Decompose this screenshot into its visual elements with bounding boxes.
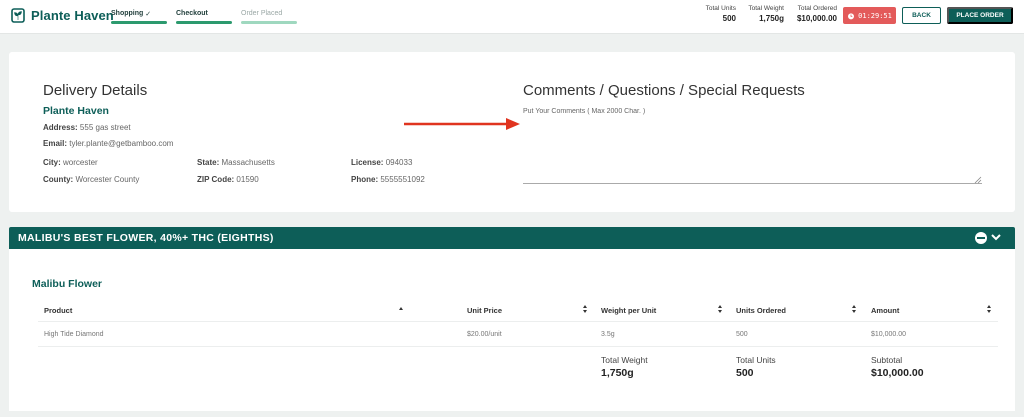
total-weight-label: Total Weight — [601, 355, 648, 365]
step-shopping: Shopping ✓ — [111, 8, 167, 24]
stat-total-units-value: 500 — [722, 14, 736, 23]
place-order-button[interactable]: PLACE ORDER — [947, 7, 1013, 24]
sort-icon[interactable] — [582, 304, 588, 314]
step-shopping-bar — [111, 21, 167, 24]
cell-amount: $10,000.00 — [871, 331, 907, 338]
comments-title: Comments / Questions / Special Requests — [523, 82, 805, 99]
stat-total-weight: Total Weight 1,750g — [748, 5, 784, 23]
delivery-city: City: worcester — [43, 158, 98, 167]
subtotal-label: Subtotal — [871, 355, 903, 365]
sort-icon[interactable] — [851, 304, 857, 314]
product-section-header[interactable]: MALIBU'S BEST FLOWER, 40%+ THC (EIGHTHS) — [9, 227, 1015, 249]
delivery-email: Email: tyler.plante@getbamboo.com — [43, 139, 174, 148]
total-weight-value: 1,750g — [601, 367, 634, 379]
column-header-units-ordered[interactable]: Units Ordered — [736, 306, 786, 315]
step-order-placed: Order Placed — [241, 8, 297, 24]
step-shopping-label: Shopping — [111, 10, 144, 17]
brand-name: Plante Haven — [31, 8, 114, 23]
delivery-card: Delivery Details Plante Haven Address: 5… — [9, 52, 1015, 212]
delivery-details-title: Delivery Details — [43, 82, 148, 99]
session-timer-value: 01:29:51 — [858, 11, 892, 20]
back-button[interactable]: BACK — [902, 7, 941, 24]
stat-total-weight-label: Total Weight — [748, 5, 784, 12]
delivery-license: License: 094033 — [351, 158, 413, 167]
checkout-progress: Shopping ✓ Checkout Order Placed — [111, 8, 306, 24]
chevron-down-icon[interactable] — [990, 231, 1002, 243]
brand-logo[interactable]: Plante Haven — [11, 8, 114, 23]
stat-total-ordered-value: $10,000.00 — [796, 14, 837, 23]
column-header-unit-price[interactable]: Unit Price — [467, 306, 502, 315]
step-order-placed-label: Order Placed — [241, 10, 283, 17]
table-row-divider — [38, 346, 998, 347]
column-header-product[interactable]: Product — [44, 306, 72, 315]
subtotal-value: $10,000.00 — [871, 367, 924, 379]
alarm-clock-icon — [848, 12, 855, 19]
comments-input[interactable] — [523, 108, 982, 184]
stat-total-weight-value: 1,750g — [759, 14, 784, 23]
plant-logo-icon — [11, 8, 25, 23]
sort-icon[interactable] — [986, 304, 992, 314]
minus-circle-icon[interactable] — [975, 232, 987, 244]
check-icon: ✓ — [145, 10, 152, 18]
delivery-address: Address: 555 gas street — [43, 123, 131, 132]
stat-total-ordered: Total Ordered $10,000.00 — [797, 5, 837, 23]
resize-handle-icon[interactable] — [974, 176, 982, 184]
column-header-weight-per-unit[interactable]: Weight per Unit — [601, 306, 656, 315]
product-section-title: MALIBU'S BEST FLOWER, 40%+ THC (EIGHTHS) — [18, 232, 274, 244]
product-group-title: Malibu Flower — [32, 278, 103, 290]
table-header-divider — [38, 321, 998, 322]
session-timer: 01:29:51 — [843, 7, 896, 24]
cell-unit-price: $20.00/unit — [467, 331, 502, 338]
total-units-label: Total Units — [736, 355, 776, 365]
arrow-right-icon — [404, 118, 520, 130]
cell-product: High Tide Diamond — [44, 331, 104, 338]
step-checkout-label: Checkout — [176, 10, 208, 17]
delivery-phone: Phone: 5555551092 — [351, 175, 425, 184]
sort-asc-icon[interactable] — [398, 304, 404, 314]
stat-total-units-label: Total Units — [705, 5, 736, 12]
delivery-state: State: Massachusetts — [197, 158, 275, 167]
delivery-zip: ZIP Code: 01590 — [197, 175, 259, 184]
stat-total-units: Total Units 500 — [706, 5, 736, 23]
column-header-amount[interactable]: Amount — [871, 306, 899, 315]
cell-weight-per-unit: 3.5g — [601, 331, 615, 338]
cell-units-ordered: 500 — [736, 331, 748, 338]
step-order-placed-bar — [241, 21, 297, 24]
stat-total-ordered-label: Total Ordered — [797, 5, 837, 12]
delivery-county: County: Worcester County — [43, 175, 140, 184]
step-checkout-bar — [176, 21, 232, 24]
top-header: Plante Haven Shopping ✓ Checkout Order P… — [0, 0, 1024, 34]
products-card: Malibu Flower Product Unit Price Weight … — [9, 249, 1015, 411]
step-checkout: Checkout — [176, 8, 232, 24]
sort-icon[interactable] — [717, 304, 723, 314]
delivery-store-name: Plante Haven — [43, 105, 109, 117]
total-units-value: 500 — [736, 367, 754, 379]
